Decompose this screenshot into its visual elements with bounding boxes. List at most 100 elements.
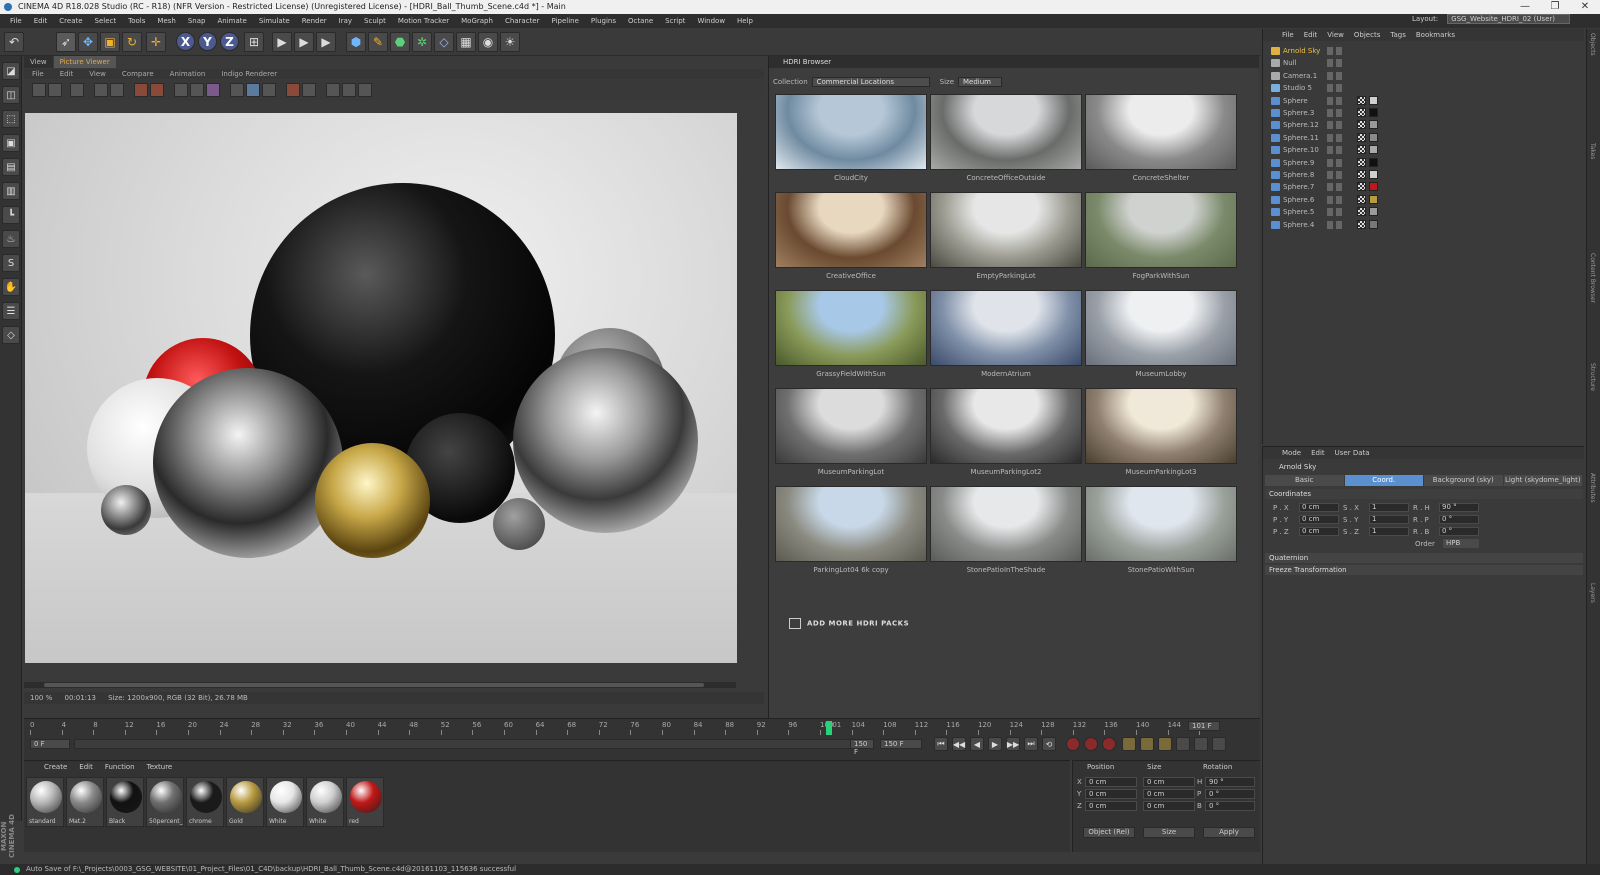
- playback-button-5[interactable]: ⏭: [1024, 737, 1038, 751]
- compare-icon[interactable]: [206, 83, 220, 97]
- object-name[interactable]: Null: [1283, 57, 1297, 69]
- attr-menu-user-data[interactable]: User Data: [1330, 449, 1375, 457]
- attr-tab-0[interactable]: Basic: [1265, 475, 1344, 486]
- left-tool-icon-2[interactable]: ⬚: [2, 110, 20, 128]
- timeline-ruler[interactable]: 0 4 8 12 16 20 24 28 32 36 40 44 48 52 56 60 64 68 72 76 80 8…: [30, 721, 1230, 735]
- hdri-thumb-image[interactable]: [930, 192, 1082, 268]
- attr-r-field-0[interactable]: 90 °: [1439, 503, 1479, 512]
- menu-sculpt[interactable]: Sculpt: [358, 17, 392, 25]
- menu-mograph[interactable]: MoGraph: [455, 17, 499, 25]
- record-keyframe-icon[interactable]: [1066, 737, 1080, 751]
- visibility-flags[interactable]: [1327, 195, 1345, 204]
- key-pla-icon[interactable]: [1194, 737, 1208, 751]
- visibility-flags[interactable]: [1327, 109, 1345, 117]
- history-icon[interactable]: [70, 83, 84, 97]
- order-dropdown[interactable]: HPB: [1443, 539, 1479, 548]
- material-tag-icon[interactable]: [1369, 219, 1378, 229]
- attr-s-field-1[interactable]: 1: [1369, 515, 1409, 524]
- pen-spline-icon[interactable]: ✎: [368, 32, 388, 52]
- hdri-thumb-concreteshelter[interactable]: ConcreteShelter: [1085, 94, 1237, 186]
- menu-snap[interactable]: Snap: [182, 17, 212, 25]
- object-name[interactable]: Sphere.7: [1283, 181, 1314, 193]
- object-name[interactable]: Sphere.6: [1283, 194, 1314, 206]
- attr-r-field-2[interactable]: 0 °: [1439, 527, 1479, 536]
- move-tool-icon[interactable]: ✥: [78, 32, 98, 52]
- playback-button-2[interactable]: ◀: [970, 737, 984, 751]
- object-name[interactable]: Sphere.8: [1283, 169, 1314, 181]
- playback-button-0[interactable]: ⏮: [934, 737, 948, 751]
- key-selection-icon[interactable]: [1102, 737, 1116, 751]
- material-tag-icon[interactable]: [1357, 95, 1366, 105]
- menu-motion-tracker[interactable]: Motion Tracker: [392, 17, 455, 25]
- side-tab-objects[interactable]: Objects: [1589, 33, 1596, 56]
- open-icon[interactable]: [32, 83, 46, 97]
- range-end-field[interactable]: 150 F: [850, 739, 874, 756]
- layout-selector[interactable]: Layout: GSG_Website_HDRI_02 (User): [1406, 14, 1570, 24]
- material-tag-icon[interactable]: [1369, 182, 1378, 192]
- coord-size-field-2[interactable]: 0 cm: [1143, 801, 1195, 811]
- hdri-thumb-creativeoffice[interactable]: CreativeOffice: [775, 192, 927, 284]
- material-tag-icon[interactable]: [1369, 170, 1378, 179]
- menu-script[interactable]: Script: [659, 17, 691, 25]
- material-tag-icon[interactable]: [1369, 194, 1378, 204]
- visibility-flags[interactable]: [1327, 71, 1345, 80]
- material-swatch-2[interactable]: Black: [106, 777, 144, 827]
- material-swatch-7[interactable]: White: [306, 777, 344, 827]
- material-tag-icon[interactable]: [1369, 120, 1378, 130]
- material-tag-icon[interactable]: [1357, 207, 1366, 217]
- grid-view-icon[interactable]: [326, 83, 340, 97]
- menu-character[interactable]: Character: [499, 17, 546, 25]
- menu-tools[interactable]: Tools: [122, 17, 151, 25]
- visibility-flags[interactable]: [1327, 96, 1345, 105]
- left-tool-icon-6[interactable]: ┗: [2, 206, 20, 224]
- object-row-sphere[interactable]: Sphere: [1269, 95, 1585, 107]
- stop-render-icon[interactable]: [134, 83, 148, 97]
- object-menu-tags[interactable]: Tags: [1385, 31, 1411, 39]
- object-name[interactable]: Sphere: [1283, 95, 1308, 107]
- cube-primitive-icon[interactable]: ⬢: [346, 32, 366, 52]
- camera-icon[interactable]: ◉: [478, 32, 498, 52]
- attr-s-field-2[interactable]: 1: [1369, 527, 1409, 536]
- hdri-thumb-modernatrium[interactable]: ModernAtrium: [930, 290, 1082, 382]
- swap-icon[interactable]: [262, 83, 276, 97]
- object-row-sphere-3[interactable]: Sphere.3: [1269, 107, 1585, 119]
- key-rotation-icon[interactable]: [1158, 737, 1172, 751]
- layout-dropdown[interactable]: GSG_Website_HDRI_02 (User): [1447, 14, 1570, 24]
- ab-compare-icon[interactable]: [230, 83, 244, 97]
- material-tag-icon[interactable]: [1357, 108, 1366, 117]
- close-button[interactable]: ✕: [1570, 0, 1600, 14]
- freeze-transformation-section[interactable]: Freeze Transformation: [1265, 565, 1583, 575]
- region-render-icon[interactable]: [94, 83, 108, 97]
- save-icon[interactable]: [48, 83, 62, 97]
- object-row-sphere-9[interactable]: Sphere.9: [1269, 157, 1585, 169]
- visibility-flags[interactable]: [1327, 146, 1345, 155]
- material-tag-icon[interactable]: [1357, 145, 1366, 155]
- material-menu-function[interactable]: Function: [99, 763, 141, 771]
- coord-rotation-field-1[interactable]: 0 °: [1205, 789, 1255, 799]
- minimize-button[interactable]: —: [1510, 0, 1540, 14]
- menu-simulate[interactable]: Simulate: [253, 17, 296, 25]
- tab-picture-viewer[interactable]: Picture Viewer: [53, 56, 116, 68]
- red-channel-icon[interactable]: [286, 83, 300, 97]
- hdri-thumb-image[interactable]: [930, 388, 1082, 464]
- material-tag-icon[interactable]: [1369, 145, 1378, 155]
- add-object-icon[interactable]: ✛: [146, 32, 166, 52]
- cloner-icon[interactable]: ✲: [412, 32, 432, 52]
- left-tool-icon-4[interactable]: ▤: [2, 158, 20, 176]
- timeline-playhead[interactable]: [825, 721, 832, 735]
- attr-p-field-0[interactable]: 0 cm: [1299, 503, 1339, 512]
- object-name[interactable]: Sphere.11: [1283, 132, 1319, 144]
- object-row-sphere-5[interactable]: Sphere.5: [1269, 206, 1585, 218]
- side-tab-layers[interactable]: Layers: [1589, 583, 1596, 603]
- viewer-menu-animation[interactable]: Animation: [162, 69, 214, 79]
- layout-view-icon[interactable]: [342, 83, 356, 97]
- side-tab-content-browser[interactable]: Content Browser: [1589, 253, 1596, 303]
- apply-button[interactable]: Apply: [1203, 827, 1255, 838]
- subdivision-surface-icon[interactable]: ⬣: [390, 32, 410, 52]
- material-menu-edit[interactable]: Edit: [73, 763, 99, 771]
- viewer-menu-edit[interactable]: Edit: [52, 69, 82, 79]
- material-tag-icon[interactable]: [1357, 157, 1366, 167]
- material-swatch-6[interactable]: White: [266, 777, 304, 827]
- size-dropdown[interactable]: Medium: [958, 77, 1002, 87]
- viewer-menu-compare[interactable]: Compare: [114, 69, 162, 79]
